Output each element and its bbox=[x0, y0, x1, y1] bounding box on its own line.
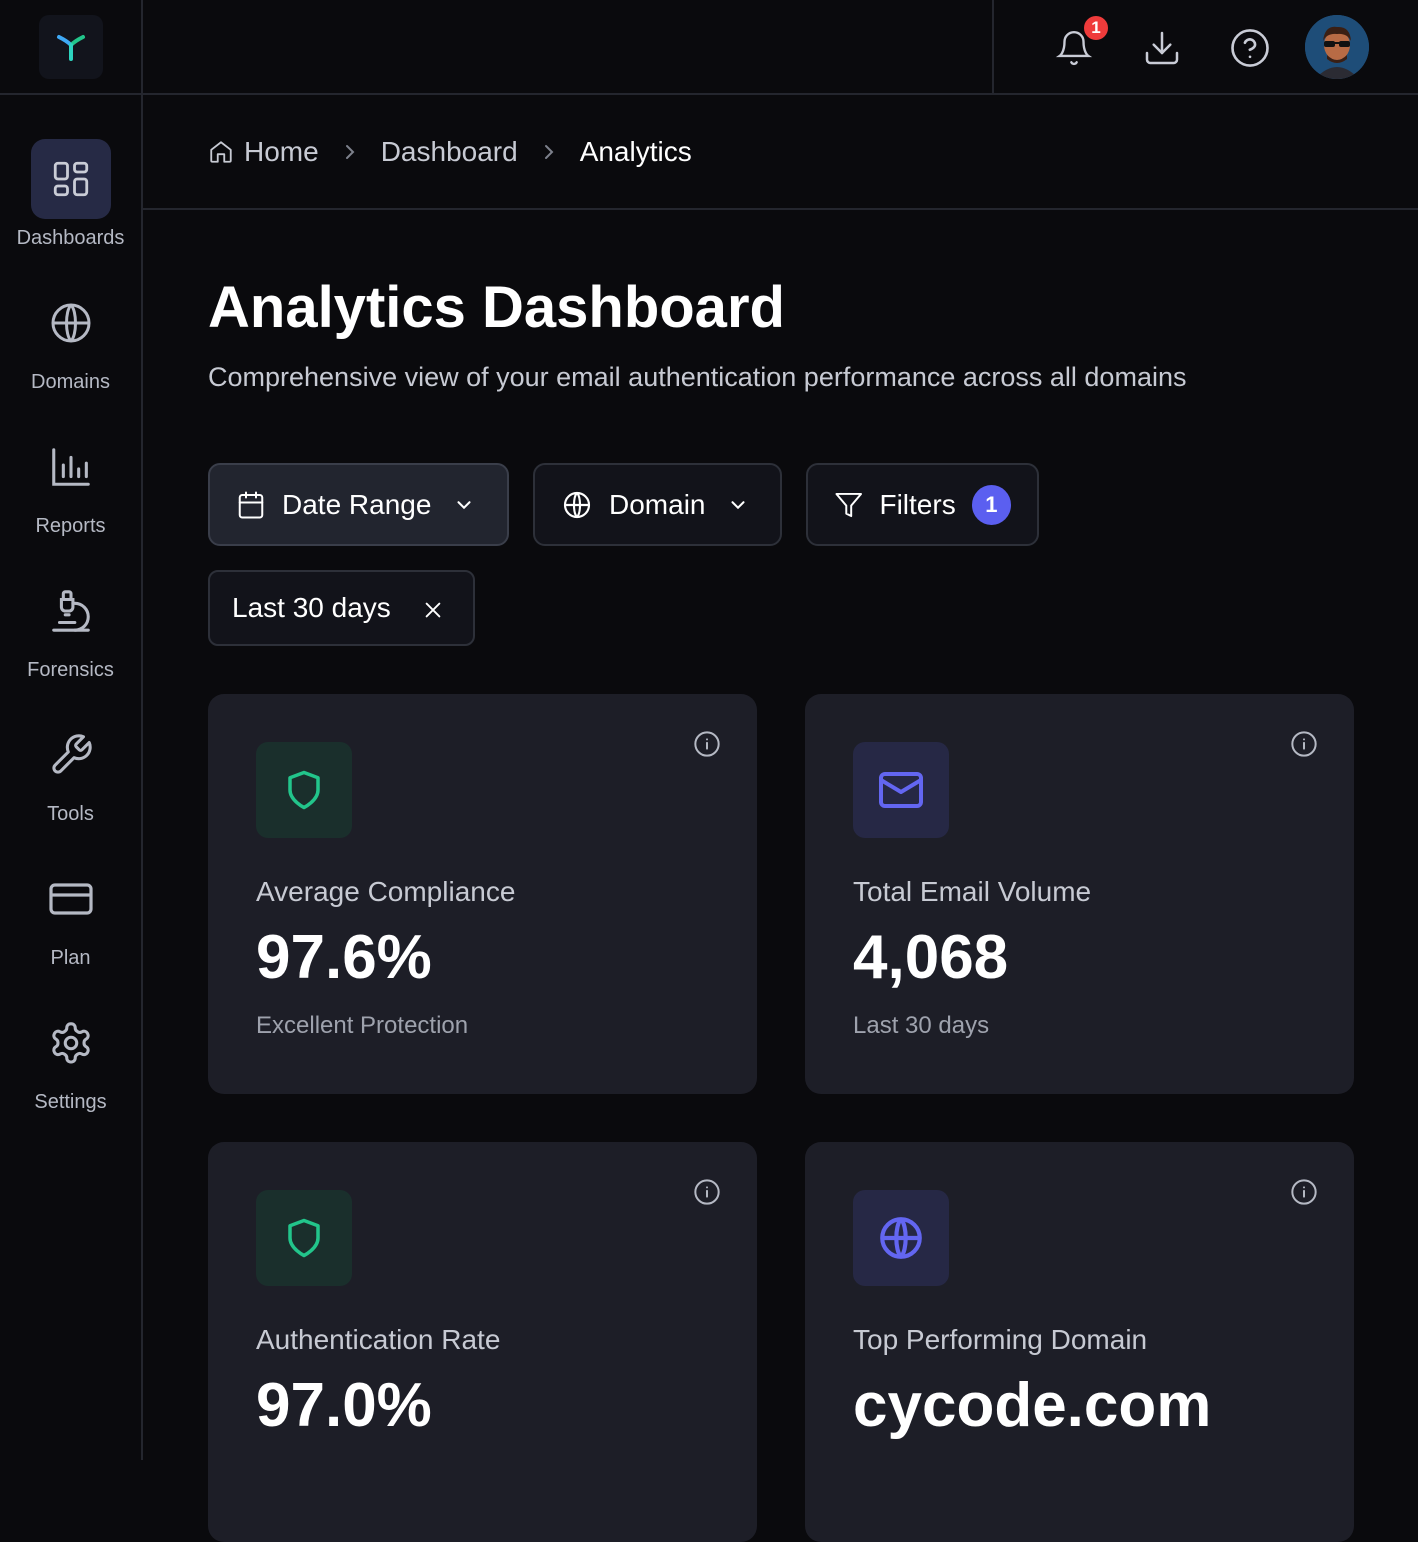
metric-subtext: Excellent Protection bbox=[256, 1012, 469, 1039]
breadcrumb-dashboard-label: Dashboard bbox=[380, 135, 518, 167]
filters-button[interactable]: Filters 1 bbox=[806, 463, 1039, 546]
sidebar-item-domains[interactable]: Domains bbox=[0, 283, 141, 394]
app-logo[interactable] bbox=[38, 14, 103, 79]
metric-label: Total Email Volume bbox=[853, 876, 1092, 907]
metric-subtext: Last 30 days bbox=[853, 1012, 990, 1039]
shield-icon bbox=[256, 1190, 352, 1286]
info-icon[interactable] bbox=[1288, 728, 1320, 760]
gear-icon bbox=[31, 1003, 111, 1083]
filter-icon bbox=[835, 492, 862, 517]
globe-icon bbox=[563, 491, 591, 518]
metric-value: 4,068 bbox=[853, 923, 1009, 992]
close-icon bbox=[425, 602, 441, 618]
info-icon[interactable] bbox=[1288, 1176, 1320, 1208]
metric-card-total-email-volume: Total Email Volume 4,068 Last 30 days bbox=[805, 694, 1354, 1094]
domain-label: Domain bbox=[609, 488, 706, 520]
help-circle-icon bbox=[1231, 29, 1269, 67]
metric-card-top-performing-domain: Top Performing Domain cycode.com bbox=[805, 1142, 1354, 1542]
calendar-icon bbox=[238, 491, 264, 518]
breadcrumb-analytics: Analytics bbox=[580, 136, 692, 168]
wrench-icon bbox=[31, 715, 111, 795]
chevron-right-icon bbox=[343, 142, 357, 162]
home-icon bbox=[210, 140, 232, 163]
sidebar-item-forensics[interactable]: Forensics bbox=[0, 571, 141, 682]
metric-value: 97.6% bbox=[256, 923, 432, 992]
top-bar: 1 bbox=[143, 0, 1418, 95]
globe-icon bbox=[31, 283, 111, 363]
domain-dropdown[interactable]: Domain bbox=[533, 463, 782, 546]
credit-card-icon bbox=[31, 859, 111, 939]
page-subtitle: Comprehensive view of your email authent… bbox=[208, 362, 1187, 392]
metric-value: cycode.com bbox=[853, 1371, 1212, 1440]
avatar-image bbox=[1305, 15, 1369, 79]
microscope-icon bbox=[31, 571, 111, 651]
notification-badge: 1 bbox=[1082, 14, 1110, 42]
notifications-button[interactable]: 1 bbox=[1050, 14, 1110, 72]
help-button[interactable] bbox=[1226, 24, 1274, 72]
topbar-divider bbox=[992, 0, 994, 95]
metric-card-authentication-rate: Authentication Rate 97.0% bbox=[208, 1142, 757, 1542]
logo-container bbox=[0, 0, 141, 95]
chevron-down-icon bbox=[457, 500, 471, 509]
chevron-down-icon bbox=[731, 500, 745, 509]
filters-label: Filters bbox=[879, 488, 956, 520]
metric-card-average-compliance: Average Compliance 97.6% Excellent Prote… bbox=[208, 694, 757, 1094]
breadcrumb-dashboard[interactable]: Dashboard bbox=[381, 136, 518, 168]
sidebar-item-label: Tools bbox=[47, 803, 94, 825]
metric-label: Average Compliance bbox=[256, 876, 516, 907]
sidebar-item-settings[interactable]: Settings bbox=[0, 1003, 141, 1114]
metric-label: Top Performing Domain bbox=[853, 1324, 1148, 1355]
sidebar-item-label: Plan bbox=[50, 947, 91, 969]
bar-chart-icon bbox=[31, 427, 111, 507]
breadcrumb-analytics-label: Analytics bbox=[579, 135, 692, 167]
metric-label: Authentication Rate bbox=[256, 1324, 501, 1355]
logo-icon bbox=[56, 34, 85, 61]
breadcrumb-home-label: Home bbox=[244, 135, 319, 167]
breadcrumb: Home Dashboard Analytics bbox=[143, 95, 1418, 210]
sidebar-item-label: Forensics bbox=[27, 659, 114, 681]
user-avatar[interactable] bbox=[1305, 15, 1369, 79]
sidebar-item-label: Domains bbox=[31, 371, 110, 393]
breadcrumb-home[interactable]: Home bbox=[208, 136, 319, 168]
download-button[interactable] bbox=[1138, 24, 1186, 72]
metric-value: 97.0% bbox=[256, 1371, 432, 1440]
info-icon[interactable] bbox=[691, 728, 723, 760]
sidebar-item-label: Settings bbox=[34, 1091, 107, 1113]
active-filter-chip: Last 30 days bbox=[208, 570, 475, 646]
active-filter-label: Last 30 days bbox=[232, 592, 391, 623]
info-icon[interactable] bbox=[691, 1176, 723, 1208]
filters-count-badge: 1 bbox=[971, 484, 1011, 525]
globe-icon bbox=[853, 1190, 949, 1286]
sidebar-item-dashboards[interactable]: Dashboards bbox=[0, 139, 141, 250]
download-icon bbox=[1145, 31, 1179, 65]
sidebar-item-tools[interactable]: Tools bbox=[0, 715, 141, 826]
date-range-dropdown[interactable]: Date Range bbox=[208, 463, 509, 546]
sidebar-item-plan[interactable]: Plan bbox=[0, 859, 141, 970]
sidebar-item-label: Dashboards bbox=[16, 227, 125, 249]
remove-filter-button[interactable] bbox=[419, 596, 447, 624]
shield-icon bbox=[256, 742, 352, 838]
sidebar: Dashboards Domains Reports Forensics Too… bbox=[0, 0, 143, 1460]
chevron-right-icon bbox=[542, 142, 556, 162]
mail-icon bbox=[853, 742, 949, 838]
date-range-label: Date Range bbox=[282, 488, 432, 520]
sidebar-item-reports[interactable]: Reports bbox=[0, 427, 141, 538]
sidebar-item-label: Reports bbox=[35, 515, 106, 537]
dashboard-grid-icon bbox=[30, 139, 111, 219]
page-title: Analytics Dashboard bbox=[208, 275, 785, 340]
